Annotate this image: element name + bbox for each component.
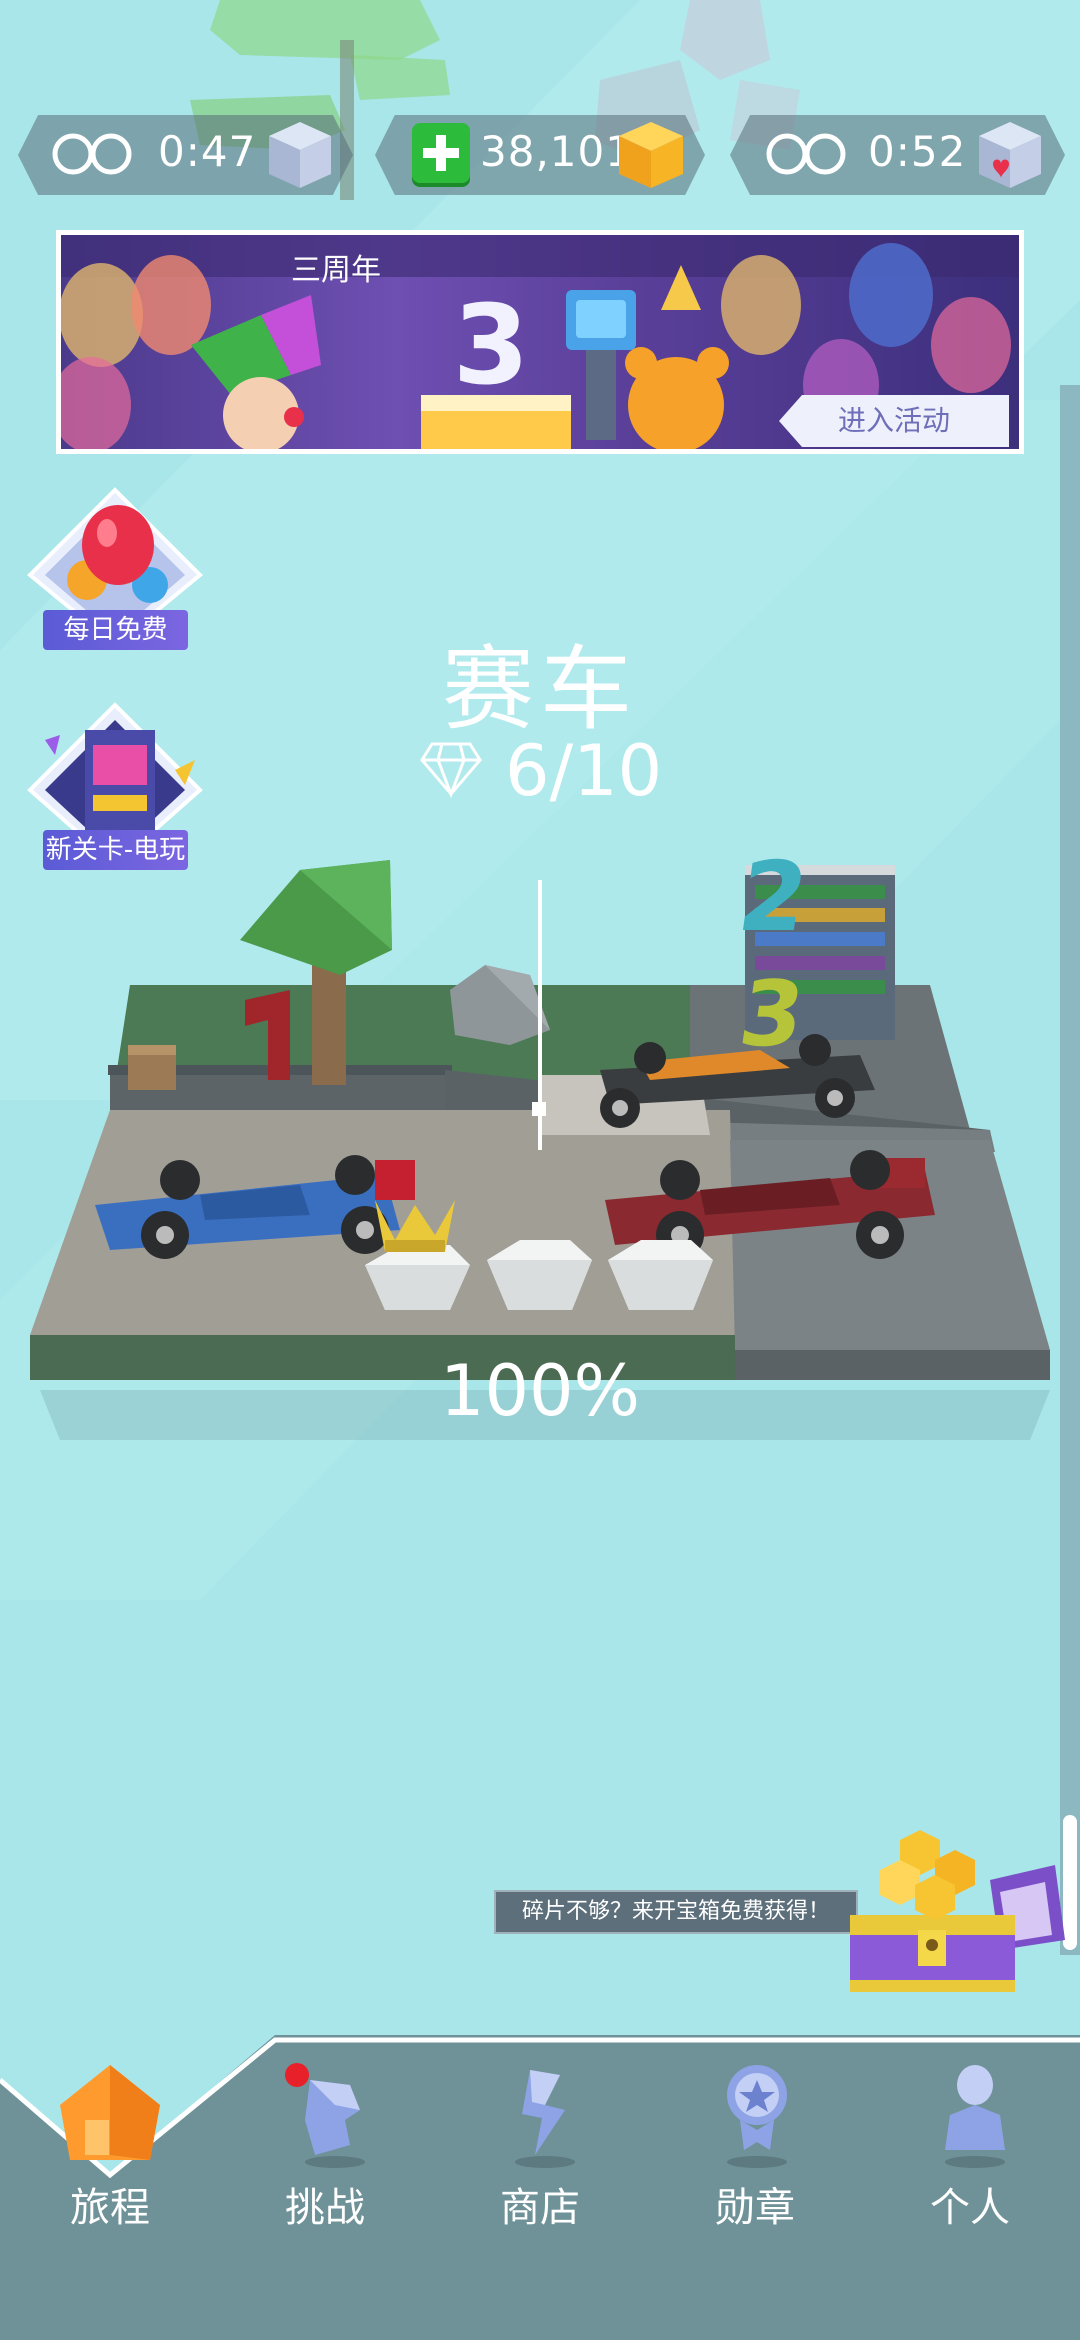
svg-text:3: 3	[453, 281, 530, 409]
plus-icon	[423, 135, 459, 171]
profile-icon	[945, 2065, 1005, 2168]
nav-label-shop: 商店	[500, 2185, 580, 2231]
add-coins-button[interactable]	[412, 123, 470, 183]
left-timer-text: 0:47	[158, 127, 257, 176]
enter-event-button[interactable]: 进入活动	[779, 395, 1009, 447]
medal-icon	[727, 2065, 787, 2168]
scrollbar-track[interactable]	[1060, 385, 1080, 1955]
gem-count: 6/10	[505, 730, 663, 812]
infinity-icon	[52, 133, 132, 175]
diamond-icon	[420, 742, 482, 798]
blue-cube-icon	[269, 122, 331, 188]
nav-label-journey: 旅程	[70, 2185, 150, 2231]
treasure-chest-icon[interactable]	[840, 1820, 1070, 2010]
infinity-icon	[766, 133, 846, 175]
house-icon	[60, 2065, 160, 2160]
nav-label-profile: 个人	[930, 2185, 1010, 2231]
gold-cube-icon	[619, 122, 683, 188]
nav-label-medals: 勋章	[715, 2185, 795, 2231]
anniversary-banner[interactable]: 3 三周年 进入活动	[56, 230, 1024, 454]
shop-icon	[515, 2070, 575, 2168]
heart-cube-icon	[979, 122, 1041, 188]
banner-title: 三周年	[291, 253, 381, 288]
completion-percent: 100%	[439, 1350, 641, 1432]
coin-count: 38,101	[480, 127, 633, 176]
right-timer-text: 0:52	[868, 127, 967, 176]
level-title: 赛车	[441, 636, 638, 743]
challenge-icon	[285, 2063, 365, 2168]
chest-tip: 碎片不够？来开宝箱免费获得！	[494, 1890, 858, 1934]
nav-label-challenge: 挑战	[285, 2185, 365, 2231]
